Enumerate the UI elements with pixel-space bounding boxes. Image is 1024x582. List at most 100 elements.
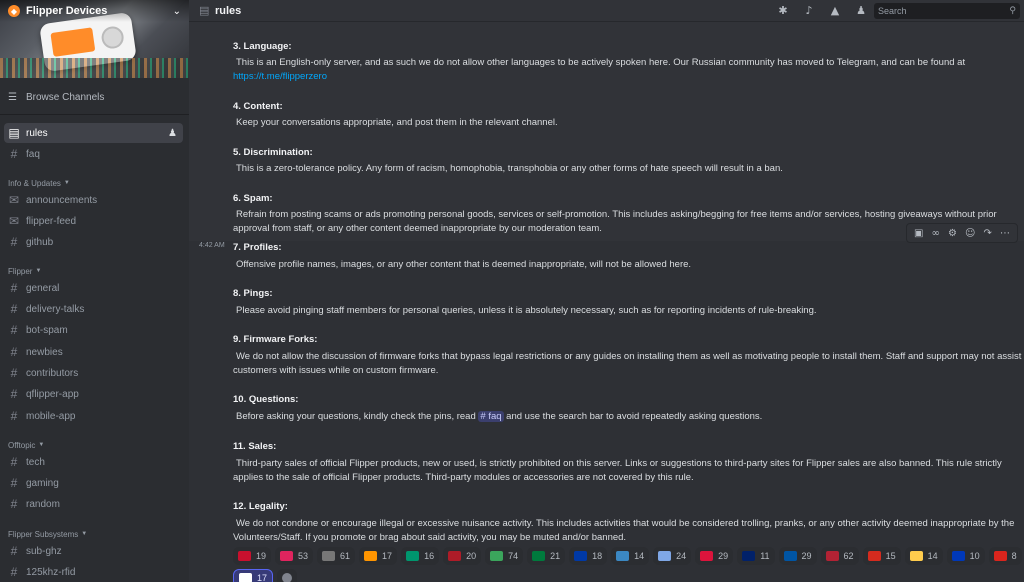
reaction-add-reaction[interactable] [277, 569, 298, 582]
reaction-read-the-rules[interactable]: 61 [317, 547, 356, 565]
reaction-flag-france[interactable]: 29 [778, 547, 817, 565]
sidebar-item-random[interactable]: # random [4, 494, 183, 514]
reaction-count: 17 [257, 573, 268, 582]
search-input[interactable] [878, 6, 1010, 16]
reaction-ghost-blue[interactable]: 24 [653, 547, 692, 565]
category-offtopic[interactable]: Offtopic ▼ [8, 439, 44, 451]
category-info-updates[interactable]: Info & Updates ▼ [8, 177, 70, 189]
sidebar-item-label: random [26, 498, 60, 510]
reaction-flag-bulgaria[interactable]: 16 [401, 547, 440, 565]
reaction-count: 61 [340, 551, 351, 561]
hash-icon: # [10, 497, 18, 511]
reaction-flag-chile[interactable]: 15 [862, 547, 901, 565]
reaction-dolphin[interactable]: 14 [611, 547, 650, 565]
chevron-down-icon: ▼ [35, 268, 42, 274]
copy-link-icon[interactable]: ∞ [932, 228, 940, 239]
rule-title: 10. Questions: [233, 394, 299, 405]
reaction-ghost[interactable]: 17 [233, 569, 274, 582]
member-list-icon[interactable]: ♟ [854, 4, 868, 18]
sidebar-item-label: qflipper-app [26, 388, 79, 400]
sidebar-item-bot-spam[interactable]: # bot-spam [4, 320, 183, 340]
browse-channels-button[interactable]: ☰ Browse Channels [8, 88, 183, 106]
read-the-rules-icon [322, 551, 336, 561]
hash-icon: # [10, 476, 18, 490]
reaction-flag-russia[interactable]: 18 [569, 547, 608, 565]
rule-text: We do not allow the discussion of firmwa… [233, 351, 1022, 376]
apps-icon[interactable]: ⚙ [948, 228, 957, 239]
hash-icon: # [10, 366, 18, 380]
sidebar-item-faq[interactable]: # faq [4, 144, 183, 164]
sidebar-item-label: 125khz-rfid [26, 566, 76, 578]
search-icon: ⚲ [1009, 6, 1016, 16]
rule-text: and use the search bar to avoid repeated… [506, 411, 763, 422]
sidebar-item-label: delivery-talks [26, 303, 85, 315]
server-icon: ◆ [8, 5, 20, 17]
more-icon[interactable]: ⋯ [1000, 228, 1010, 239]
reaction-check-mark[interactable]: 74 [485, 547, 524, 565]
hash-icon: # [10, 345, 18, 359]
hash-icon: # [10, 323, 18, 337]
sidebar-item-sub-ghz[interactable]: # sub-ghz [4, 541, 183, 561]
sidebar-item-label: gaming [26, 477, 59, 489]
sidebar-item-github[interactable]: # github [4, 232, 183, 252]
sidebar-item-rules[interactable]: ▤ rules ♟ [4, 123, 183, 143]
sidebar-item-general[interactable]: # general [4, 278, 183, 298]
sidebar-item-contributors[interactable]: # contributors [4, 363, 183, 383]
mute-bell-icon[interactable]: ♪ [802, 4, 816, 18]
reaction-flag-australia[interactable]: 11 [737, 547, 775, 565]
reaction-hundred-points[interactable]: 53 [275, 547, 314, 565]
reaction-count: 20 [466, 551, 477, 561]
chevron-down-icon[interactable]: ⌄ [173, 6, 181, 17]
search-box[interactable]: ⚲ [874, 3, 1020, 19]
reaction-count: 24 [676, 551, 687, 561]
reaction-flag-netherlands[interactable]: 20 [443, 547, 482, 565]
sidebar-item-125khz-rfid[interactable]: # 125khz-rfid [4, 562, 183, 582]
rule-body: We do not allow the discussion of firmwa… [233, 350, 1023, 378]
reaction-flag-croatia[interactable]: 19 [233, 547, 272, 565]
category-label: Flipper [8, 266, 33, 276]
message-timestamp[interactable]: 4:42 AM [199, 242, 225, 249]
flag-poland-icon [700, 551, 714, 561]
sidebar-item-delivery-talks[interactable]: # delivery-talks [4, 299, 183, 319]
add-member-icon[interactable]: ♟ [168, 128, 177, 139]
sidebar-item-label: general [26, 282, 60, 294]
sidebar-item-mobile-app[interactable]: # mobile-app [4, 406, 183, 426]
sidebar-item-announcements[interactable]: ✉ announcements [4, 190, 183, 210]
rules-channel-icon: ▤ [8, 126, 20, 140]
forward-icon[interactable]: ↷ [983, 228, 991, 239]
sidebar-item-tech[interactable]: # tech [4, 452, 183, 472]
server-header[interactable]: ◆ Flipper Devices ⌄ [0, 0, 189, 22]
sidebar-item-flipper-feed[interactable]: ✉ flipper-feed [4, 211, 183, 231]
category-flipper[interactable]: Flipper ▼ [8, 265, 41, 277]
reaction-firefox-like[interactable]: 17 [359, 547, 398, 565]
rule-body: This is a zero-tolerance policy. Any for… [233, 162, 1023, 176]
reaction-flag-palestine[interactable]: 21 [527, 547, 566, 565]
rule-body: Before asking your questions, kindly che… [233, 410, 1023, 424]
reaction-count: 11 [760, 551, 770, 561]
reaction-flag-israel[interactable]: 10 [946, 547, 985, 565]
sidebar-item-gaming[interactable]: # gaming [4, 473, 183, 493]
hash-icon: # [10, 544, 18, 558]
add-reaction-icon[interactable]: ☺ [965, 228, 975, 239]
sidebar-item-label: newbies [26, 346, 63, 358]
sidebar-item-qflipper-app[interactable]: # qflipper-app [4, 384, 183, 404]
pin-icon[interactable]: ▲ [828, 4, 842, 18]
hash-icon: # [10, 455, 18, 469]
browse-channels-icon: ☰ [8, 91, 17, 103]
rule-title: 9. Firmware Forks: [233, 334, 318, 345]
sidebar-item-label: rules [26, 127, 48, 139]
flag-palestine-icon [532, 551, 546, 561]
copy-id-icon[interactable]: ▣ [914, 228, 923, 239]
threads-icon[interactable]: ✱ [776, 4, 790, 18]
reaction-flag-vietnam[interactable]: 8 [988, 547, 1022, 565]
reaction-thinking-face[interactable]: 14 [904, 547, 943, 565]
sidebar-item-label: github [26, 236, 54, 248]
channel-mention-faq[interactable]: # faq [478, 411, 504, 422]
reaction-flag-poland[interactable]: 29 [695, 547, 734, 565]
reaction-flag-usa[interactable]: 62 [820, 547, 859, 565]
category-flipper-subsystems[interactable]: Flipper Subsystems ▼ [8, 528, 87, 540]
telegram-link[interactable]: https://t.me/flipperzero [233, 71, 327, 82]
sidebar-item-newbies[interactable]: # newbies [4, 342, 183, 362]
flag-netherlands-icon [448, 551, 462, 561]
flag-france-icon [783, 551, 797, 561]
